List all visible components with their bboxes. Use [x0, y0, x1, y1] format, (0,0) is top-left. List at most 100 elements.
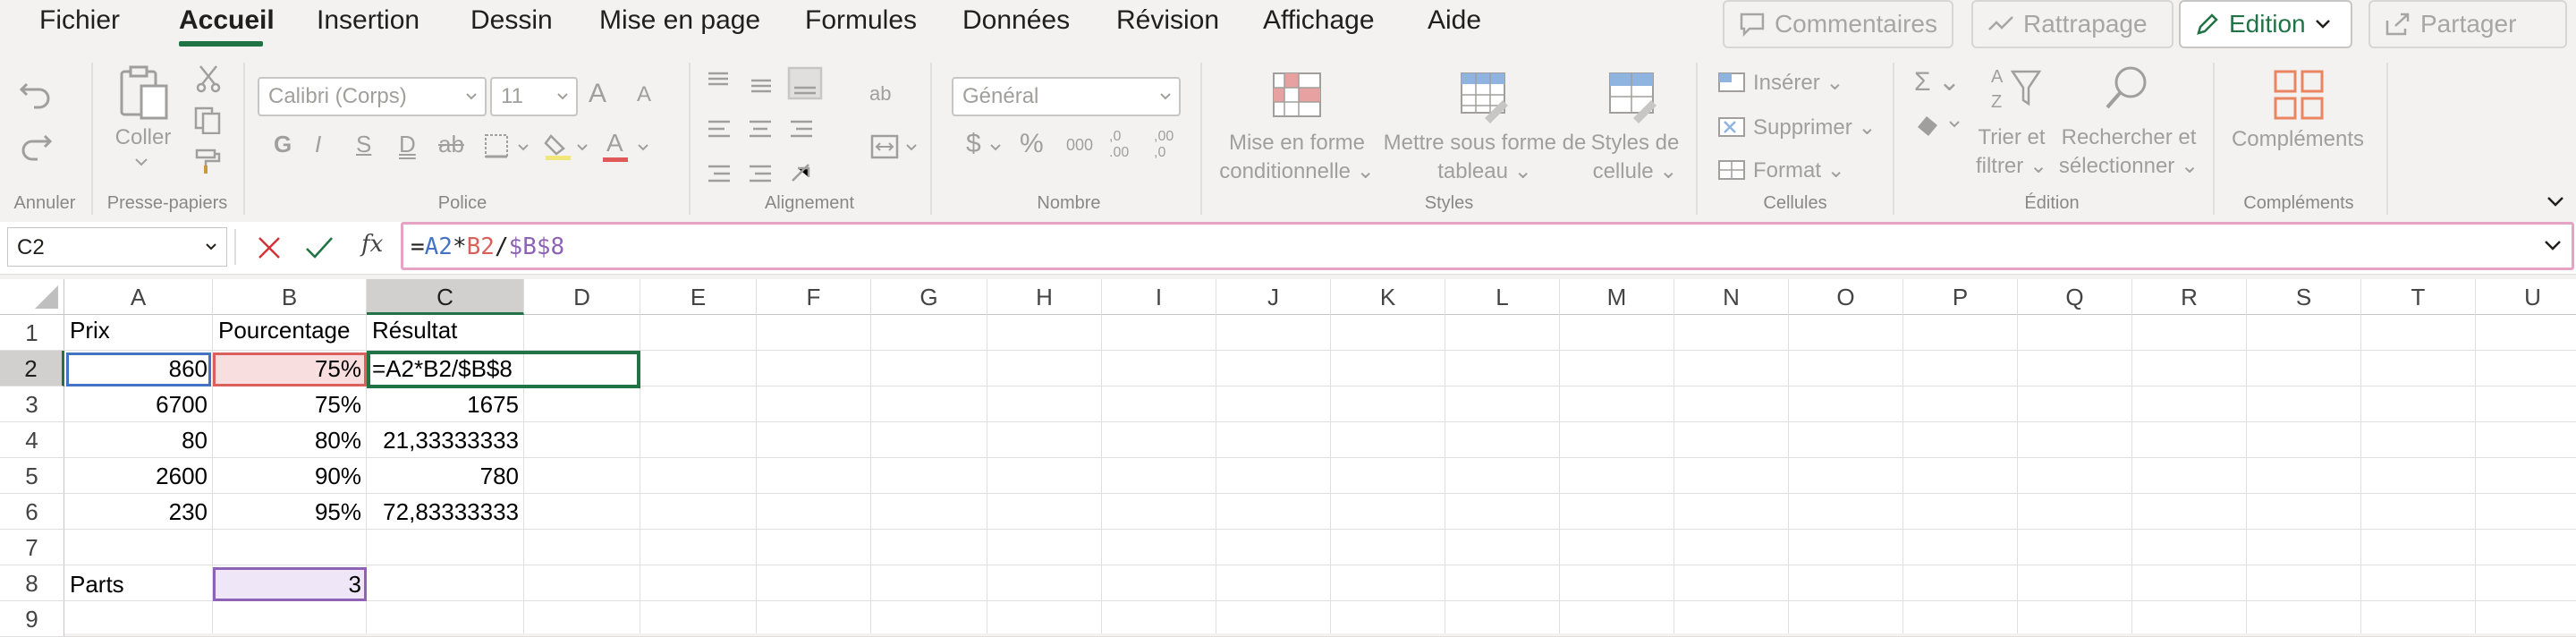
column-header-j[interactable]: J — [1216, 279, 1331, 315]
paste-icon[interactable] — [114, 64, 172, 122]
column-header-h[interactable]: H — [987, 279, 1102, 315]
insert-cells-icon[interactable] — [1717, 70, 1746, 95]
cell-c1[interactable]: Résultat — [367, 317, 524, 351]
cell-a3[interactable]: 6700 — [64, 386, 213, 422]
find-select-button[interactable]: Rechercher et sélectionner ⌄ — [2057, 123, 2200, 181]
chevron-down-icon[interactable] — [637, 143, 649, 152]
format-as-table-button[interactable]: Mettre sous forme de tableau ⌄ — [1377, 129, 1592, 186]
tab-dessin[interactable]: Dessin — [470, 5, 553, 41]
row-header-7[interactable]: 7 — [0, 530, 64, 565]
row-header-6[interactable]: 6 — [0, 494, 64, 530]
row-header-1[interactable]: 1 — [0, 315, 64, 351]
cell-c4[interactable]: 21,33333333 — [367, 422, 524, 458]
wrap-text-button[interactable]: ab — [869, 82, 891, 106]
row-header-5[interactable]: 5 — [0, 458, 64, 494]
strikethrough-button[interactable]: ab — [438, 131, 464, 158]
row-header-3[interactable]: 3 — [0, 386, 64, 422]
column-header-i[interactable]: I — [1102, 279, 1216, 315]
alignment-icons[interactable] — [703, 66, 837, 191]
currency-button[interactable]: $ — [966, 129, 981, 159]
delete-cells-button[interactable]: Supprimer ⌄ — [1753, 115, 1877, 140]
column-header-o[interactable]: O — [1789, 279, 1903, 315]
tab-fichier[interactable]: Fichier — [39, 5, 120, 41]
double-underline-button[interactable]: D — [399, 131, 416, 158]
cell-c2[interactable]: =A2*B2/$B$8 — [367, 351, 635, 386]
tab-revision[interactable]: Révision — [1116, 5, 1219, 41]
expand-formula-icon[interactable] — [2543, 239, 2563, 251]
cell-c3[interactable]: 1675 — [367, 386, 524, 422]
cell-b6[interactable]: 95% — [213, 494, 367, 530]
column-header-u[interactable]: U — [2476, 279, 2576, 315]
formula-input[interactable]: =A2*B2/$B$8 — [401, 222, 2574, 270]
cell-b4[interactable]: 80% — [213, 422, 367, 458]
increase-decimal-button[interactable]: ,0 .00 — [1109, 129, 1129, 161]
column-header-c[interactable]: C — [367, 279, 524, 315]
tab-formules[interactable]: Formules — [805, 5, 917, 41]
cell-styles-icon[interactable] — [1606, 70, 1660, 123]
row-header-4[interactable]: 4 — [0, 422, 64, 458]
share-button[interactable]: Partager — [2368, 0, 2567, 48]
tab-mise-en-page[interactable]: Mise en page — [599, 5, 760, 41]
name-box[interactable]: C2 — [7, 227, 227, 267]
borders-icon[interactable] — [483, 132, 510, 159]
tab-aide[interactable]: Aide — [1428, 5, 1481, 41]
sort-filter-icon[interactable]: AZ — [1989, 63, 2043, 116]
tab-insertion[interactable]: Insertion — [317, 5, 419, 41]
row-header-2[interactable]: 2 — [0, 351, 64, 386]
cell-a1[interactable]: Prix — [64, 317, 213, 351]
column-header-f[interactable]: F — [757, 279, 871, 315]
font-name-select[interactable]: Calibri (Corps) — [258, 77, 487, 116]
cell-a5[interactable]: 2600 — [64, 458, 213, 494]
row-header-8[interactable]: 8 — [0, 565, 64, 601]
conditional-format-icon[interactable] — [1270, 70, 1324, 123]
format-cells-button[interactable]: Format ⌄ — [1753, 157, 1845, 183]
collapse-ribbon-icon[interactable] — [2546, 195, 2565, 208]
format-painter-icon[interactable] — [193, 147, 224, 175]
underline-button[interactable]: S — [356, 131, 371, 158]
undo-icon[interactable] — [18, 79, 54, 109]
column-header-a[interactable]: A — [64, 279, 213, 315]
percent-button[interactable]: % — [1020, 129, 1044, 159]
cell-c5[interactable]: 780 — [367, 458, 524, 494]
redo-icon[interactable] — [18, 131, 54, 161]
bold-button[interactable]: G — [274, 131, 292, 158]
chevron-down-icon[interactable] — [989, 143, 1002, 152]
insert-cells-button[interactable]: Insérer ⌄ — [1753, 70, 1843, 96]
cell-b3[interactable]: 75% — [213, 386, 367, 422]
find-select-icon[interactable] — [2102, 63, 2152, 116]
delete-cells-icon[interactable] — [1717, 115, 1746, 140]
chevron-down-icon[interactable] — [134, 157, 148, 166]
cell-b2[interactable]: 75% — [213, 351, 367, 386]
edit-mode-button[interactable]: Edition — [2179, 0, 2352, 48]
chevron-down-icon[interactable] — [905, 143, 918, 152]
font-shrink-button[interactable]: A — [637, 82, 651, 107]
addins-icon[interactable] — [2272, 68, 2327, 123]
column-header-n[interactable]: N — [1674, 279, 1789, 315]
cell-b5[interactable]: 90% — [213, 458, 367, 494]
cell-c6[interactable]: 72,83333333 — [367, 494, 524, 530]
thousands-button[interactable]: 000 — [1066, 136, 1093, 155]
tab-donnees[interactable]: Données — [962, 5, 1070, 41]
sort-filter-button[interactable]: Trier et filtrer ⌄ — [1962, 123, 2061, 181]
cell-a8[interactable]: Parts — [64, 567, 213, 601]
tab-affichage[interactable]: Affichage — [1263, 5, 1375, 41]
column-header-k[interactable]: K — [1331, 279, 1445, 315]
cell-a6[interactable]: 230 — [64, 494, 213, 530]
cell-styles-button[interactable]: Styles de cellule ⌄ — [1581, 129, 1689, 186]
clear-icon[interactable] — [1914, 111, 1961, 138]
chevron-down-icon[interactable] — [517, 143, 530, 152]
format-as-table-icon[interactable] — [1458, 70, 1512, 123]
cell-b1[interactable]: Pourcentage — [213, 317, 367, 351]
paste-label[interactable]: Coller — [106, 125, 181, 150]
comments-button[interactable]: Commentaires — [1723, 0, 1953, 48]
copy-icon[interactable] — [193, 106, 222, 134]
addins-button[interactable]: Compléments — [2225, 127, 2370, 152]
insert-function-button[interactable]: fx — [361, 231, 383, 258]
decrease-decimal-button[interactable]: ,00 ,0 — [1154, 129, 1174, 161]
column-header-r[interactable]: R — [2132, 279, 2247, 315]
column-header-d[interactable]: D — [524, 279, 640, 315]
column-header-p[interactable]: P — [1903, 279, 2018, 315]
track-button[interactable]: Rattrapage — [1971, 0, 2174, 48]
italic-button[interactable]: I — [315, 131, 321, 158]
column-header-m[interactable]: M — [1560, 279, 1674, 315]
